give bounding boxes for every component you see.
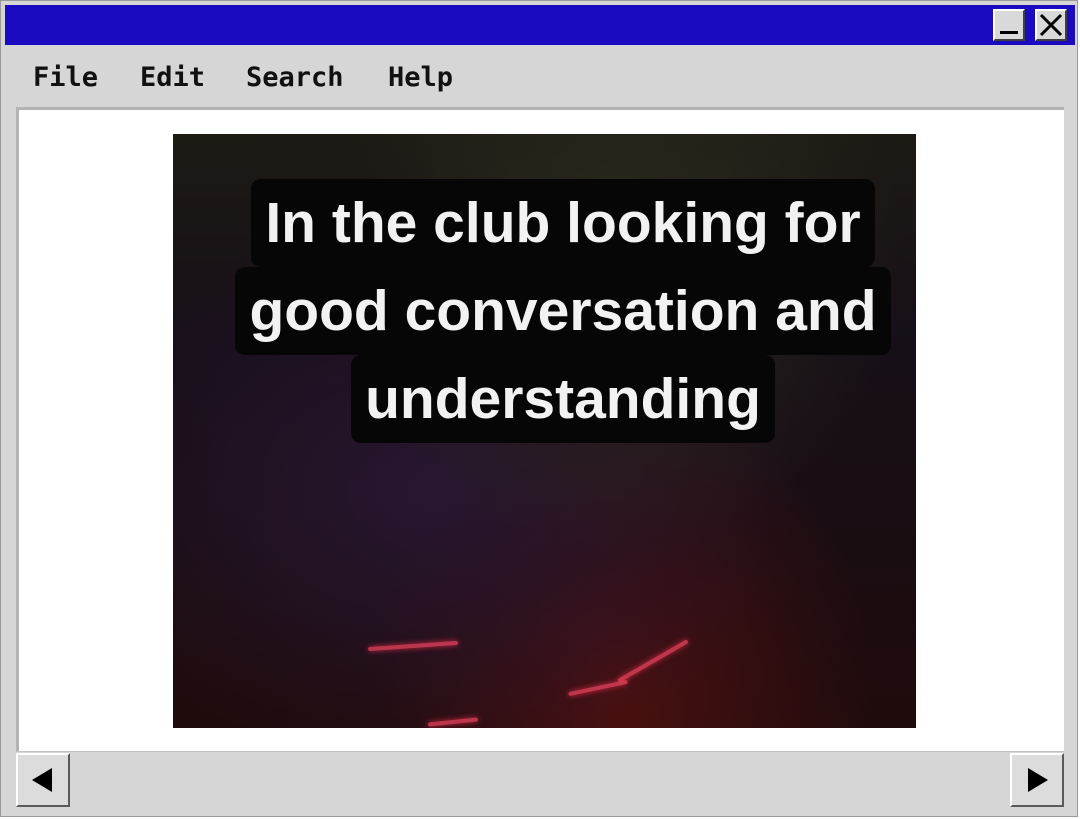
title-bar[interactable] [5, 5, 1075, 45]
caption-line-3: understanding [351, 355, 775, 443]
arrow-left-icon [32, 768, 52, 792]
scroll-left-button[interactable] [16, 753, 70, 807]
menu-file[interactable]: File [33, 62, 98, 93]
menu-bar: File Edit Search Help [5, 45, 1075, 107]
close-button[interactable] [1035, 9, 1067, 41]
app-window: File Edit Search Help In the club lookin… [0, 0, 1078, 817]
content-area: In the club looking for good conversatio… [16, 107, 1064, 751]
red-light-streak [367, 640, 459, 652]
horizontal-scrollbar[interactable] [16, 751, 1064, 807]
red-light-streak [427, 717, 479, 727]
scroll-track[interactable] [70, 753, 1010, 805]
meme-image: In the club looking for good conversatio… [173, 134, 916, 728]
close-icon [1039, 13, 1063, 37]
minimize-button[interactable] [993, 9, 1025, 41]
menu-help[interactable]: Help [388, 62, 453, 93]
red-light-streak [568, 679, 628, 697]
caption-line-1: In the club looking for [251, 179, 875, 267]
menu-edit[interactable]: Edit [140, 62, 205, 93]
caption-line-2: good conversation and [235, 267, 891, 355]
scroll-right-button[interactable] [1010, 753, 1064, 807]
minimize-icon [1000, 31, 1018, 34]
arrow-right-icon [1028, 768, 1048, 792]
red-light-streak [617, 639, 689, 683]
image-caption: In the club looking for good conversatio… [173, 179, 916, 443]
menu-search[interactable]: Search [246, 62, 344, 93]
